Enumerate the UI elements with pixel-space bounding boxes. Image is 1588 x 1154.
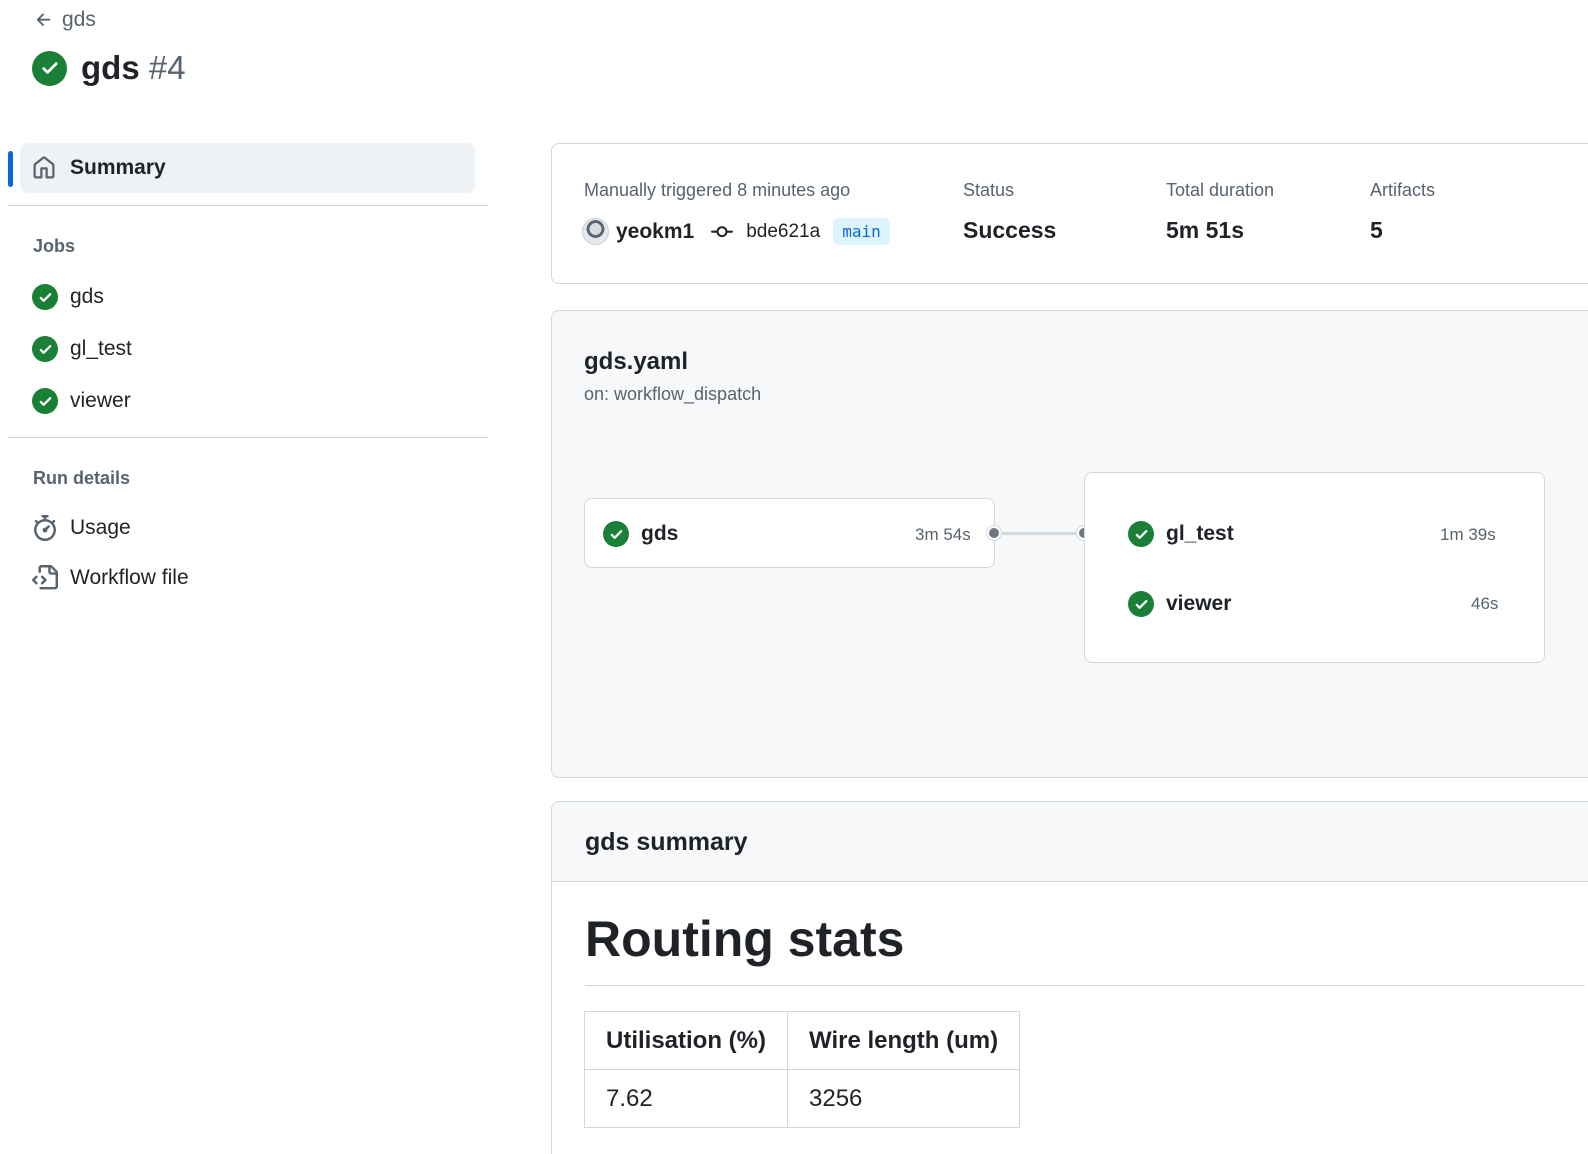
job-viewer[interactable]: viewer [1128,591,1231,617]
run-details-heading: Run details [33,468,131,488]
avatar[interactable] [582,218,609,245]
table-row: 7.62 3256 [584,1069,1021,1128]
success-check-icon [32,388,58,414]
success-check-icon [32,284,58,310]
divider [8,205,488,206]
actor-name[interactable]: yeokm1 [616,220,694,244]
routing-stats-table: Utilisation (%) Wire length (um) 7.62 32… [584,1011,1021,1128]
routing-stats-heading: Routing stats [585,911,905,967]
sidebar-item-label: gds [70,285,104,308]
workflow-trigger: on: workflow_dispatch [584,384,762,404]
back-link-label: gds [62,8,96,31]
job-name: viewer [1166,592,1232,615]
success-check-icon [32,336,58,362]
job-summary-title: gds summary [585,828,748,856]
sidebar-item-label: Usage [70,516,131,539]
branch-label[interactable]: main [833,218,890,245]
sidebar-item-workflow-file[interactable]: Workflow file [32,565,189,591]
status-label: Status [963,180,1015,200]
job-gl-test[interactable]: gl_test [1128,521,1234,547]
run-summary-card [551,143,1588,284]
graph-node-out [987,526,1001,540]
back-link[interactable]: gds [34,8,96,32]
sidebar-item-summary[interactable]: Summary [20,143,475,193]
success-check-icon [1128,521,1154,547]
run-number: #4 [148,49,186,86]
column-header: Wire length (um) [786,1011,1021,1070]
job-duration: 46s [1471,594,1499,613]
table-header-row: Utilisation (%) Wire length (um) [584,1011,1021,1070]
duration-label: Total duration [1166,180,1275,200]
sidebar-item-label: Summary [70,156,166,179]
stopwatch-icon [34,515,56,541]
success-check-icon [32,50,67,86]
duration-value: 5m 51s [1166,217,1245,243]
page-title: gds #4 [32,49,186,87]
active-indicator [8,151,13,187]
job-duration: 3m 54s [915,525,971,544]
success-check-icon [1128,591,1154,617]
workflow-file-name: gds.yaml [584,348,689,375]
job-duration: 1m 39s [1440,525,1496,544]
sidebar-item-label: Workflow file [70,566,189,589]
commit-sha[interactable]: bde621a [746,221,820,243]
heading-rule [585,985,1585,986]
trigger-text: Manually triggered 8 minutes ago [584,180,851,200]
workflow-name: gds [81,49,140,86]
artifacts-value[interactable]: 5 [1370,217,1383,244]
job-name: gds [641,522,679,545]
sidebar-job-viewer[interactable]: viewer [32,388,131,414]
job-gds[interactable]: gds [603,521,678,547]
artifacts-label: Artifacts [1370,180,1436,200]
job-name: gl_test [1166,522,1234,545]
table-cell: 3256 [786,1069,1021,1128]
arrow-left-icon [36,13,51,26]
sidebar-item-label: viewer [70,389,131,412]
sidebar-item-usage[interactable]: Usage [32,515,131,541]
git-commit-icon [711,225,734,237]
sidebar-job-gds[interactable]: gds [32,284,104,310]
status-value: Success [963,217,1057,243]
column-header: Utilisation (%) [584,1011,788,1070]
job-group-card [1084,472,1545,663]
jobs-heading: Jobs [33,236,76,256]
sidebar-job-gl-test[interactable]: gl_test [32,336,132,362]
file-code-icon [32,565,58,590]
table-cell: 7.62 [584,1069,788,1128]
success-check-icon [603,521,629,547]
home-icon [33,156,55,179]
sidebar-item-label: gl_test [70,337,132,360]
run-actor: yeokm1 bde621a main [582,218,890,245]
divider [8,437,488,438]
graph-connector [1001,532,1078,535]
